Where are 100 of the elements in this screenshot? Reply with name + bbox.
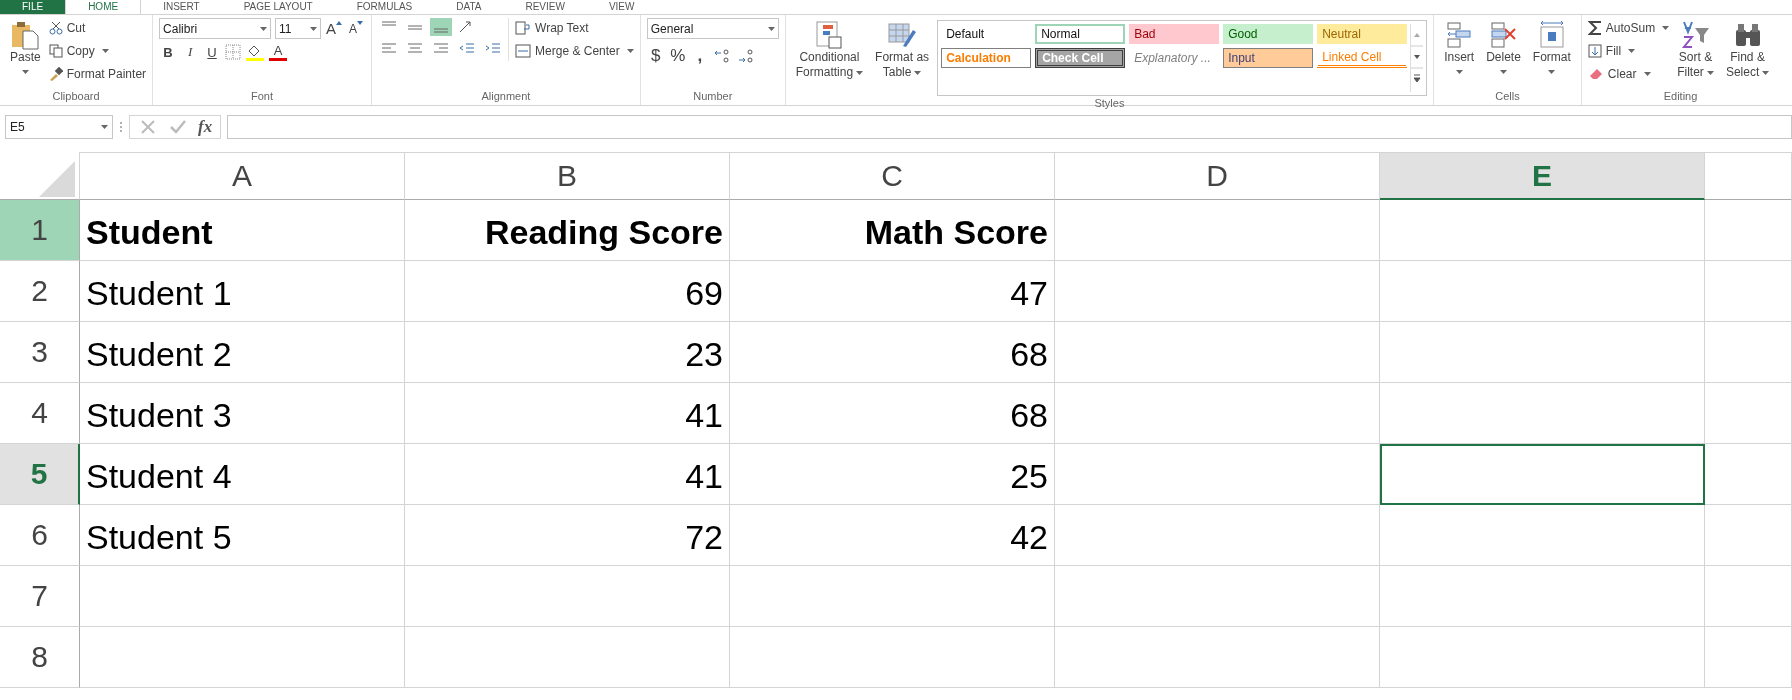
- table-cell: 42: [730, 505, 1055, 566]
- grip-icon: [119, 120, 123, 134]
- format-button[interactable]: Format: [1528, 18, 1575, 76]
- group-label: Number: [692, 89, 734, 104]
- cell-style[interactable]: Input: [1223, 48, 1314, 68]
- group-label: Font: [250, 89, 275, 104]
- row-header[interactable]: 5: [0, 444, 80, 505]
- cell-style[interactable]: Good: [1223, 24, 1314, 44]
- group-label: Editing: [1662, 89, 1699, 104]
- group-label: Alignment: [480, 89, 532, 104]
- insert-button[interactable]: Insert: [1440, 18, 1479, 76]
- format-as-table-button[interactable]: Format as Table: [871, 18, 934, 82]
- table-cell: 47: [730, 261, 1055, 322]
- wrap-text-icon: [515, 21, 532, 35]
- up-triangle-icon: [336, 20, 343, 25]
- caret-icon: [1706, 70, 1714, 75]
- sigma-icon: [1587, 20, 1602, 36]
- currency-button[interactable]: $: [646, 46, 665, 66]
- ribbon-tab[interactable]: VIEW: [586, 0, 657, 14]
- table-cell: 41: [405, 383, 730, 444]
- ribbon-tab[interactable]: FORMULAS: [334, 0, 435, 14]
- borders-icon[interactable]: [225, 44, 242, 60]
- column-header[interactable]: [1705, 152, 1792, 200]
- table-cell: Student 5: [80, 505, 405, 566]
- bottom-align-icon[interactable]: [430, 18, 453, 36]
- table-cell: Student: [80, 200, 405, 261]
- ribbon-tab[interactable]: REVIEW: [503, 0, 587, 14]
- merge-cells-icon: [515, 44, 532, 58]
- clear-button[interactable]: Clear: [1587, 64, 1670, 84]
- caret-icon: [21, 70, 29, 74]
- copy-button[interactable]: Copy: [48, 41, 147, 61]
- group-label: Cells: [1494, 89, 1521, 104]
- fill-color-icon[interactable]: [245, 43, 266, 61]
- table-cell: 68: [730, 322, 1055, 383]
- format-painter-button[interactable]: Format Painter: [48, 64, 147, 84]
- font-name-field[interactable]: Calibri: [159, 18, 272, 39]
- table-cell: 41: [405, 444, 730, 505]
- cut-button[interactable]: Cut: [48, 18, 147, 38]
- table-cell: Student 4: [80, 444, 405, 505]
- cell-style[interactable]: Explanatory ...: [1129, 48, 1220, 68]
- underline-button[interactable]: U: [203, 42, 222, 62]
- group-label: Clipboard: [51, 89, 101, 104]
- gallery-scroll-icon[interactable]: [1410, 24, 1424, 92]
- row-header[interactable]: 2: [0, 261, 80, 322]
- delete-button[interactable]: Delete: [1482, 18, 1525, 76]
- caret-icon: [101, 49, 109, 53]
- column-header[interactable]: E: [1380, 152, 1705, 200]
- formula-field[interactable]: [227, 115, 1792, 139]
- insert-function-button[interactable]: fx: [198, 117, 213, 137]
- caret-icon: [1500, 70, 1507, 74]
- column-header[interactable]: C: [730, 152, 1055, 200]
- ribbon-tab[interactable]: HOME: [65, 0, 142, 14]
- cell-style[interactable]: Default: [941, 24, 1032, 44]
- sort-funnel-icon: [1680, 20, 1711, 50]
- bold-button[interactable]: B: [159, 42, 178, 62]
- sort-filter-button[interactable]: Sort & Filter: [1673, 18, 1718, 82]
- caret-icon: [1628, 49, 1636, 53]
- comma-button[interactable]: ,: [690, 46, 709, 66]
- italic-button[interactable]: I: [181, 42, 200, 62]
- ribbon-tab[interactable]: DATA: [434, 0, 504, 14]
- caret-icon: [914, 70, 922, 75]
- conditional-formatting-button[interactable]: Conditional Formatting: [791, 18, 868, 82]
- table-cell: Math Score: [730, 200, 1055, 261]
- ribbon-tab[interactable]: INSERT: [141, 0, 222, 14]
- row-header[interactable]: 3: [0, 322, 80, 383]
- table-cell: 25: [730, 444, 1055, 505]
- name-box[interactable]: E5: [5, 115, 113, 139]
- table-cell: 69: [405, 261, 730, 322]
- row-header[interactable]: 8: [0, 627, 80, 688]
- delete-cells-icon: [1488, 20, 1519, 50]
- autosum-button[interactable]: AutoSum: [1587, 18, 1670, 38]
- row-header[interactable]: 1: [0, 200, 80, 261]
- number-format-field[interactable]: General: [646, 18, 779, 39]
- fill-button[interactable]: Fill: [1587, 41, 1670, 61]
- table-cell: Student 2: [80, 322, 405, 383]
- cell-style[interactable]: Normal: [1035, 24, 1126, 44]
- column-header[interactable]: B: [405, 152, 730, 200]
- percent-button[interactable]: %: [668, 46, 687, 66]
- font-size-field[interactable]: 11: [275, 18, 322, 39]
- ribbon-tab[interactable]: PAGE LAYOUT: [221, 0, 335, 14]
- cell-style[interactable]: Bad: [1129, 24, 1220, 44]
- find-select-button[interactable]: Find & Select: [1721, 18, 1774, 82]
- group-label: Styles: [1093, 96, 1126, 110]
- font-color-button[interactable]: A: [269, 43, 288, 61]
- row-header[interactable]: 6: [0, 505, 80, 566]
- paintbrush-icon: [48, 67, 63, 81]
- grow-font-button[interactable]: A: [325, 18, 344, 39]
- table-cell: 72: [405, 505, 730, 566]
- ribbon-tab[interactable]: FILE: [0, 0, 66, 14]
- wrap-text-button[interactable]: Wrap Text: [515, 18, 634, 38]
- paste-button[interactable]: Paste: [6, 18, 45, 76]
- column-header[interactable]: A: [80, 152, 405, 200]
- scissors-icon: [48, 21, 63, 35]
- table-brush-icon: [887, 20, 918, 50]
- column-header[interactable]: D: [1055, 152, 1380, 200]
- table-cell: Student 3: [80, 383, 405, 444]
- merge-center-button[interactable]: Merge & Center: [515, 41, 634, 61]
- row-header[interactable]: 7: [0, 566, 80, 627]
- cell-style[interactable]: Neutral: [1317, 24, 1408, 44]
- shrink-font-button[interactable]: A: [347, 18, 366, 39]
